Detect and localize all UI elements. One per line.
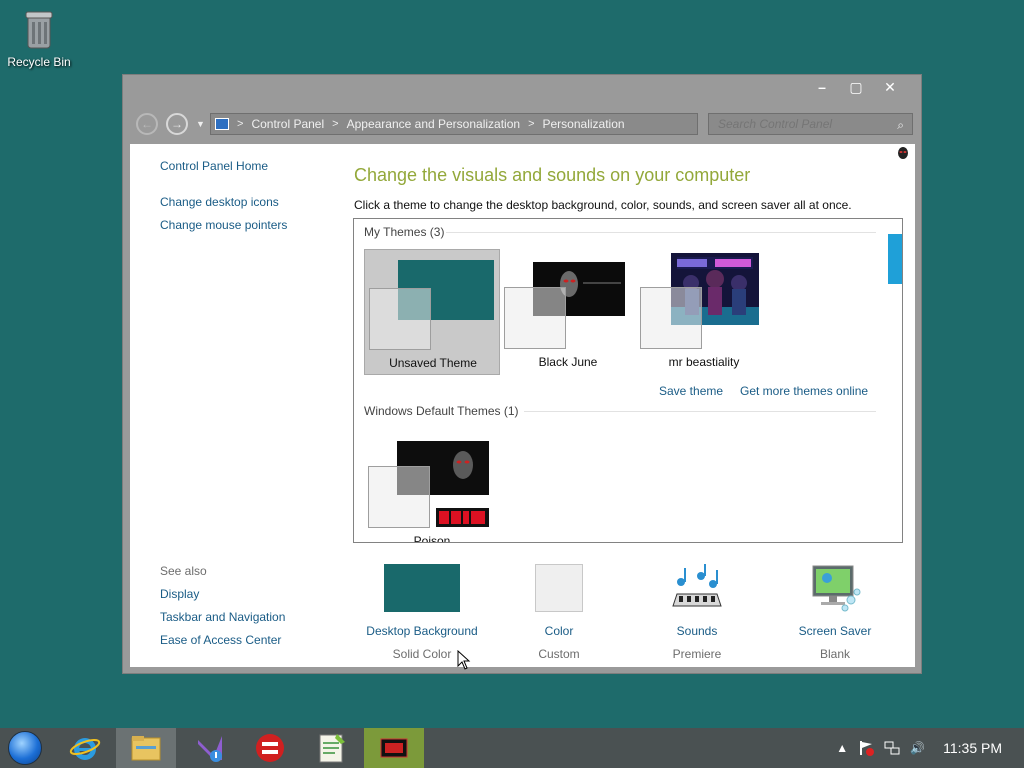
show-hidden-icons-icon[interactable]: ▲ [836,741,848,755]
recycle-bin[interactable]: Recycle Bin [6,8,72,69]
ease-of-access-link[interactable]: Ease of Access Center [160,633,281,647]
theme-name: mr beastiality [668,355,740,369]
breadcrumb-personalization[interactable]: Personalization [543,117,625,131]
action-center-flag-icon[interactable] [858,740,875,756]
folder-icon [131,736,161,761]
taskbar-notepad-plus-plus[interactable] [302,728,362,768]
address-bar[interactable]: > Control Panel > Appearance and Persona… [210,113,753,135]
theme-mr-beastiality[interactable]: mr beastiality [636,249,772,375]
color-label: Color [544,624,574,638]
dev-cpp-icon [256,734,284,762]
default-themes-header: Windows Default Themes (1) [364,404,519,418]
personalization-window: – ▢ ✕ ← → ▼ > Control Panel > Appearance… [122,74,922,674]
forward-button[interactable]: → [166,113,188,135]
minimize-button[interactable]: – [805,77,839,97]
theme-window-preview [369,288,431,350]
notepad-plus-plus-icon [319,734,345,763]
visual-studio-icon [198,736,222,762]
theme-window-preview [368,466,430,528]
theme-unsaved[interactable]: Unsaved Theme [364,249,500,375]
color-value: Custom [538,647,580,661]
page-title: Change the visuals and sounds on your co… [354,165,751,185]
change-mouse-pointers-link[interactable]: Change mouse pointers [160,218,287,232]
get-more-themes-link[interactable]: Get more themes online [740,384,868,398]
taskbar: ▲ 🔊 11:35 PM [0,728,1024,768]
media-app-icon [380,738,408,758]
display-link[interactable]: Display [160,587,199,601]
color-setting[interactable]: Color Custom [489,564,629,661]
see-also-heading: See also [160,564,207,578]
control-panel-home-link[interactable]: Control Panel Home [160,159,268,173]
search-box[interactable]: ⌕ [708,113,913,135]
recent-locations-dropdown[interactable]: ▼ [196,119,205,129]
internet-explorer-icon [69,738,101,760]
sounds-label: Sounds [676,624,718,638]
group-divider [446,232,876,233]
close-button[interactable]: ✕ [873,77,907,97]
taskbar-dev-cpp[interactable] [240,728,300,768]
volume-icon[interactable]: 🔊 [910,741,925,755]
my-themes-header: My Themes (3) [364,225,445,239]
taskbar-media-app[interactable] [364,728,424,768]
theme-name: Black June [538,355,598,369]
screen-saver-value: Blank [819,647,851,661]
network-icon[interactable] [884,740,900,756]
mouse-cursor-icon [457,650,471,670]
back-arrow-icon: ← [141,117,153,131]
change-desktop-icons-link[interactable]: Change desktop icons [160,195,279,209]
save-theme-link[interactable]: Save theme [659,384,723,398]
color-swatch [535,564,583,612]
theme-name: Poison [413,534,451,543]
content-area: Control Panel Home Change desktop icons … [130,144,915,670]
group-divider [524,411,876,412]
maximize-button[interactable]: ▢ [839,77,873,97]
window-controls: – ▢ ✕ [805,77,907,97]
page-description: Click a theme to change the desktop back… [354,198,852,212]
search-input[interactable] [716,116,880,132]
taskbar-navigation-link[interactable]: Taskbar and Navigation [160,610,285,624]
back-button[interactable]: ← [136,113,158,135]
breadcrumb-separator: > [237,118,244,130]
desktop-background-swatch [384,564,460,612]
breadcrumb-control-panel[interactable]: Control Panel [251,117,324,131]
taskbar-visual-studio[interactable] [180,728,240,768]
desktop-background-setting[interactable]: Desktop Background Solid Color [352,564,492,661]
theme-black-june[interactable]: Black June [500,249,636,375]
recycle-bin-label: Recycle Bin [7,55,71,69]
desktop-background-value: Solid Color [392,647,452,661]
theme-poison[interactable]: Poison [364,428,500,543]
forward-arrow-icon: → [171,117,183,131]
theme-window-preview [504,287,566,349]
screen-saver-label: Screen Saver [798,624,872,638]
taskbar-clock[interactable]: 11:35 PM [943,740,1002,756]
start-button[interactable] [8,731,42,765]
recycle-bin-icon [25,11,53,49]
address-bar-row: ← → ▼ > Control Panel > Appearance and P… [133,111,913,137]
system-tray: ▲ 🔊 11:35 PM [836,728,1024,768]
screen-saver-setting[interactable]: Screen Saver Blank [765,564,905,661]
themes-scrollbar-thumb[interactable] [888,234,902,284]
taskbar-file-explorer[interactable] [116,728,176,768]
sounds-setting[interactable]: Sounds Premiere [627,564,767,661]
control-panel-icon [215,118,229,130]
screen-saver-icon [812,565,861,612]
themes-list[interactable]: My Themes (3) Unsaved Theme Black June m… [353,218,903,543]
breadcrumb-separator: > [528,118,535,130]
user-avatar-icon[interactable] [897,146,909,160]
breadcrumb-separator: > [332,118,339,130]
breadcrumb-appearance[interactable]: Appearance and Personalization [347,117,520,131]
sounds-value: Premiere [672,647,722,661]
desktop-background-label: Desktop Background [366,624,478,638]
search-icon[interactable]: ⌕ [897,118,904,133]
theme-window-preview [640,287,702,349]
taskbar-internet-explorer[interactable] [55,728,115,768]
sounds-icon [672,564,722,607]
theme-name: Unsaved Theme [389,356,477,370]
